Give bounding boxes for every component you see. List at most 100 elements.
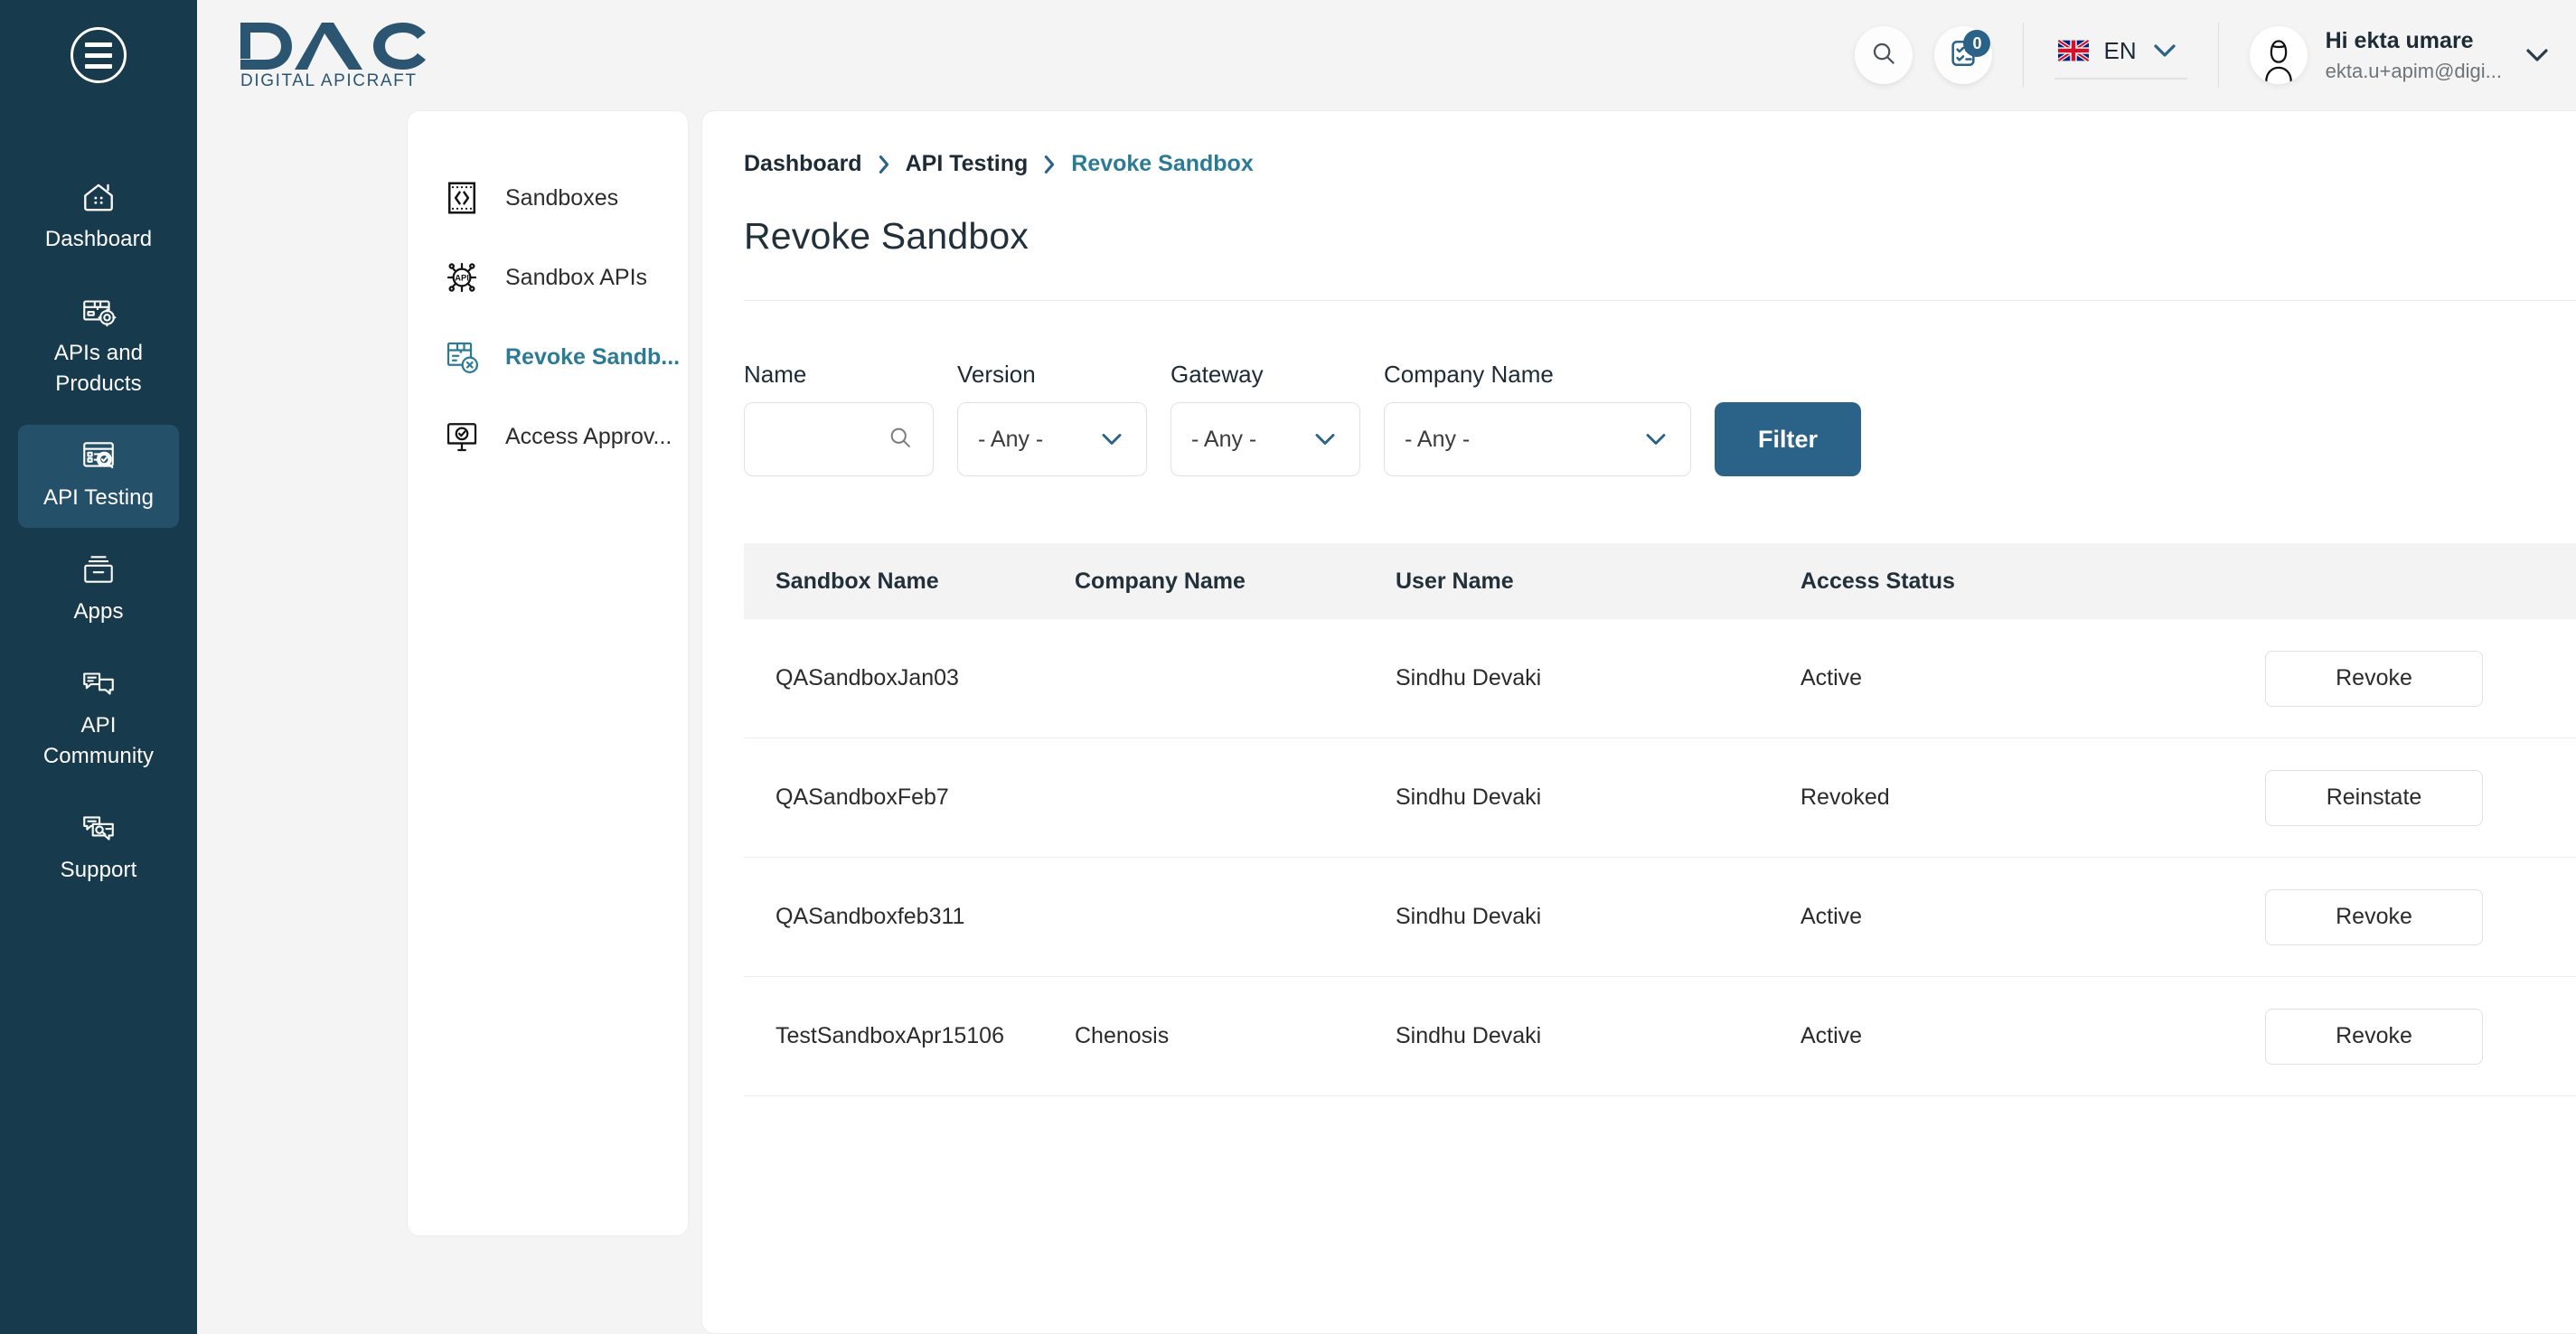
filter-button[interactable]: Filter <box>1715 402 1862 476</box>
support-icon <box>78 810 119 846</box>
name-input[interactable] <box>765 426 888 453</box>
sidebar-item-apps[interactable]: Apps <box>18 539 179 642</box>
cell-access-status: Active <box>1800 665 1863 690</box>
chevron-down-icon <box>1312 431 1338 447</box>
version-select-value: - Any - <box>978 426 1044 452</box>
revoke-button[interactable]: Revoke <box>2265 650 2483 707</box>
search-icon <box>888 425 913 455</box>
apis-products-icon <box>78 293 119 329</box>
user-greeting: Hi ekta umare <box>2325 27 2474 53</box>
table-row: QASandboxFeb7 Sindhu Devaki Revoked Rein… <box>744 738 2576 858</box>
sidebar-item-revoke-sandbox[interactable]: Revoke Sandb... <box>408 317 688 397</box>
filter-field-name: Name <box>744 361 934 476</box>
language-selector[interactable]: EN <box>2054 32 2187 80</box>
apps-icon <box>78 551 119 587</box>
sidebar-item-label: Sandboxes <box>505 184 619 211</box>
search-icon <box>1870 40 1897 71</box>
breadcrumb-item-revoke-sandbox[interactable]: Revoke Sandbox <box>1071 151 1253 177</box>
primary-sidebar: Dashboard APIs and Products API Testing … <box>0 0 197 1334</box>
sidebar-item-support[interactable]: Support <box>18 797 179 900</box>
sidebar-item-label: Revoke Sandb... <box>505 343 681 370</box>
menu-bar <box>85 63 112 69</box>
user-menu-chevron-down-icon[interactable] <box>2524 46 2551 64</box>
cell-action: Revoke <box>2198 650 2576 707</box>
language-code: EN <box>2103 36 2137 64</box>
cell-sandbox-name: QASandboxFeb7 <box>776 784 949 810</box>
cell-access-status: Active <box>1800 1023 1863 1048</box>
filter-field-gateway: Gateway - Any - <box>1170 361 1360 476</box>
column-header-company-name: Company Name <box>1075 568 1246 594</box>
sidebar-item-api-community[interactable]: API Community <box>18 653 179 786</box>
cell-user-name: Sindhu Devaki <box>1396 784 1542 810</box>
cell-access-status: Revoked <box>1800 784 1890 810</box>
title-divider <box>744 300 2576 301</box>
cell-sandbox-name: QASandboxJan03 <box>776 665 959 690</box>
sidebar-item-apis-and-products[interactable]: APIs and Products <box>18 280 179 414</box>
cell-access-status: Active <box>1800 904 1863 929</box>
reinstate-button[interactable]: Reinstate <box>2265 769 2483 826</box>
sidebar-item-sandboxes[interactable]: Sandboxes <box>408 158 688 238</box>
column-header-user-name: User Name <box>1396 568 1514 594</box>
chevron-down-icon <box>2151 42 2178 60</box>
filter-label-company-name: Company Name <box>1384 361 1554 388</box>
sidebar-item-label: API Testing <box>42 485 155 510</box>
user-info: Hi ekta umare ekta.u+apim@digi... <box>2326 28 2502 83</box>
gateway-select-value: - Any - <box>1191 426 1257 452</box>
main-content: Dashboard API Testing Revoke Sandbox Rev… <box>701 110 2576 1334</box>
cell-sandbox-name: QASandboxfeb311 <box>776 904 965 929</box>
gateway-select[interactable]: - Any - <box>1170 402 1360 476</box>
header-divider <box>2023 23 2025 88</box>
sidebar-item-dashboard[interactable]: Dashboard <box>18 166 179 269</box>
access-approval-icon <box>442 417 482 456</box>
filter-label-gateway: Gateway <box>1170 361 1264 388</box>
cell-action: Revoke <box>2198 1008 2576 1065</box>
company-name-select[interactable]: - Any - <box>1384 402 1691 476</box>
name-input-wrapper[interactable] <box>744 402 934 476</box>
cell-sandbox-name: TestSandboxApr15106 <box>776 1023 1004 1048</box>
breadcrumb: Dashboard API Testing Revoke Sandbox <box>744 151 2576 177</box>
notification-badge: 0 <box>1963 30 1991 57</box>
revoke-button[interactable]: Revoke <box>2265 888 2483 945</box>
sidebar-item-api-testing[interactable]: API Testing <box>18 425 179 528</box>
column-header-access-status: Access Status <box>1800 568 1955 594</box>
logo-subtitle-text: DIGITAL APICRAFT <box>240 71 418 89</box>
filter-bar: Name Version - Any - Gateway - Any - Com… <box>744 361 2576 476</box>
company-name-select-value: - Any - <box>1405 426 1471 452</box>
sidebar-item-label: Dashboard <box>44 227 153 251</box>
tasks-button[interactable]: 0 <box>1934 26 1993 84</box>
page-title: Revoke Sandbox <box>744 215 1029 257</box>
menu-bar <box>85 52 112 58</box>
chevron-down-icon <box>1099 431 1124 447</box>
column-header-sandbox-name: Sandbox Name <box>776 568 939 594</box>
sidebar-item-access-approval[interactable]: Access Approv... <box>408 397 688 476</box>
menu-toggle-icon[interactable] <box>71 27 127 83</box>
sidebar-item-label: APIs and Products <box>53 341 144 396</box>
revoke-sandbox-table: Sandbox Name Company Name User Name Acce… <box>744 543 2576 1096</box>
revoke-button[interactable]: Revoke <box>2265 1008 2483 1065</box>
uk-flag-icon <box>2058 40 2090 61</box>
breadcrumb-item-dashboard[interactable]: Dashboard <box>744 151 862 177</box>
revoke-sandbox-icon <box>442 337 482 377</box>
avatar <box>2249 26 2308 84</box>
table-row: QASandboxJan03 Sindhu Devaki Active Revo… <box>744 619 2576 738</box>
version-select[interactable]: - Any - <box>957 402 1147 476</box>
table-row: TestSandboxApr15106 Chenosis Sindhu Deva… <box>744 977 2576 1096</box>
breadcrumb-item-api-testing[interactable]: API Testing <box>906 151 1029 177</box>
cell-user-name: Sindhu Devaki <box>1396 1023 1542 1048</box>
api-chip-icon: API <box>442 258 482 297</box>
home-icon <box>78 179 119 215</box>
cell-company-name: Chenosis <box>1075 1023 1170 1048</box>
primary-nav: Dashboard APIs and Products API Testing … <box>0 166 197 911</box>
table-header-row: Sandbox Name Company Name User Name Acce… <box>744 543 2576 619</box>
sidebar-item-label: Sandbox APIs <box>505 264 648 290</box>
filter-label-version: Version <box>957 361 1036 388</box>
cell-action: Revoke <box>2198 888 2576 945</box>
header-divider <box>2217 23 2219 88</box>
brand-logo[interactable]: DIGITAL APICRAFT <box>239 21 430 89</box>
table-row: QASandboxfeb311 Sindhu Devaki Active Rev… <box>744 858 2576 977</box>
sidebar-item-sandbox-apis[interactable]: API Sandbox APIs <box>408 238 688 317</box>
top-header: DIGITAL APICRAFT 0 EN Hi ekta umare ekta… <box>197 0 2576 110</box>
svg-text:API: API <box>455 274 469 283</box>
search-button[interactable] <box>1855 26 1913 84</box>
user-menu[interactable]: Hi ekta umare ekta.u+apim@digi... <box>2249 26 2507 84</box>
